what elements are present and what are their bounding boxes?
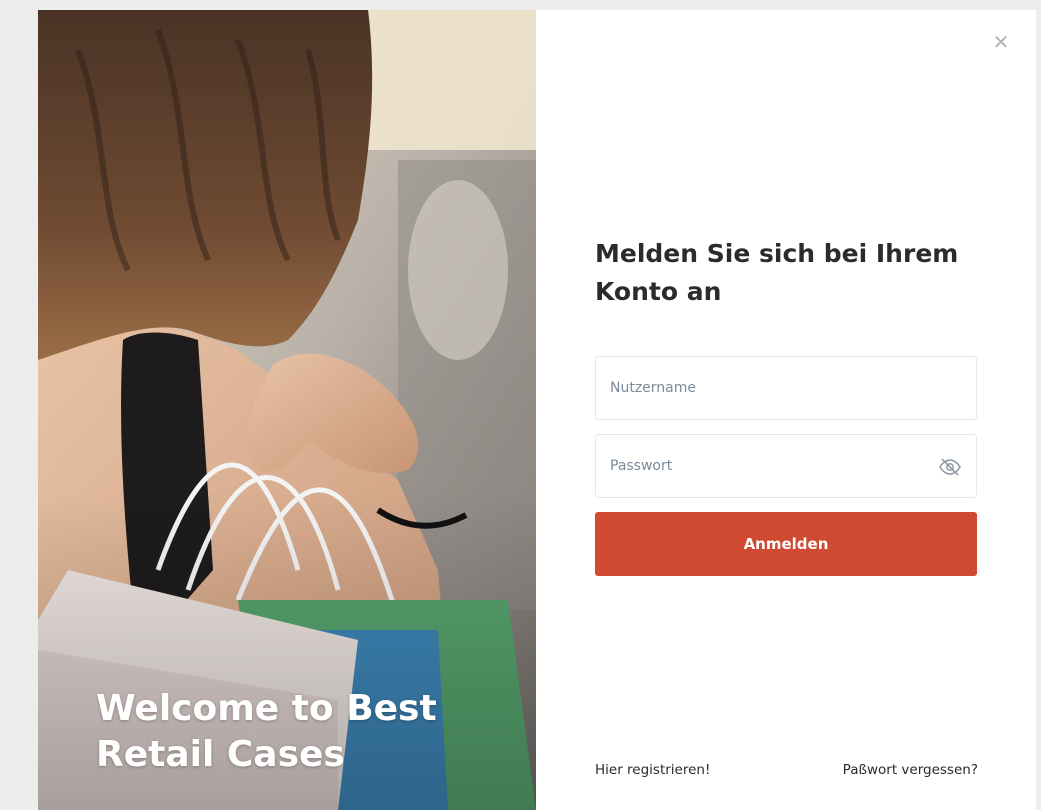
login-modal: Welcome to Best Retail Cases ✕ Melden Si… — [38, 10, 1036, 810]
close-icon: ✕ — [992, 30, 1010, 54]
register-link[interactable]: Hier registrieren! — [595, 762, 710, 778]
login-panel: ✕ Melden Sie sich bei Ihrem Konto an Anm… — [536, 10, 1036, 810]
hero-title-line-1: Welcome to Best — [96, 688, 437, 729]
login-submit-button[interactable]: Anmelden — [595, 512, 977, 576]
username-field — [595, 356, 977, 420]
hero-image-panel: Welcome to Best Retail Cases — [38, 10, 536, 810]
close-button[interactable]: ✕ — [989, 30, 1013, 54]
login-heading-line-1: Melden Sie sich bei Ihrem — [595, 239, 959, 268]
username-input[interactable] — [596, 357, 976, 419]
eye-off-icon[interactable] — [938, 455, 962, 479]
password-input[interactable] — [596, 435, 976, 497]
forgot-password-link[interactable]: Paßwort vergessen? — [843, 762, 978, 778]
hero-title: Welcome to Best Retail Cases — [96, 686, 516, 778]
hero-title-line-2: Retail Cases — [96, 734, 345, 775]
password-field — [595, 434, 977, 498]
login-heading: Melden Sie sich bei Ihrem Konto an — [595, 235, 995, 311]
login-heading-line-2: Konto an — [595, 277, 722, 306]
